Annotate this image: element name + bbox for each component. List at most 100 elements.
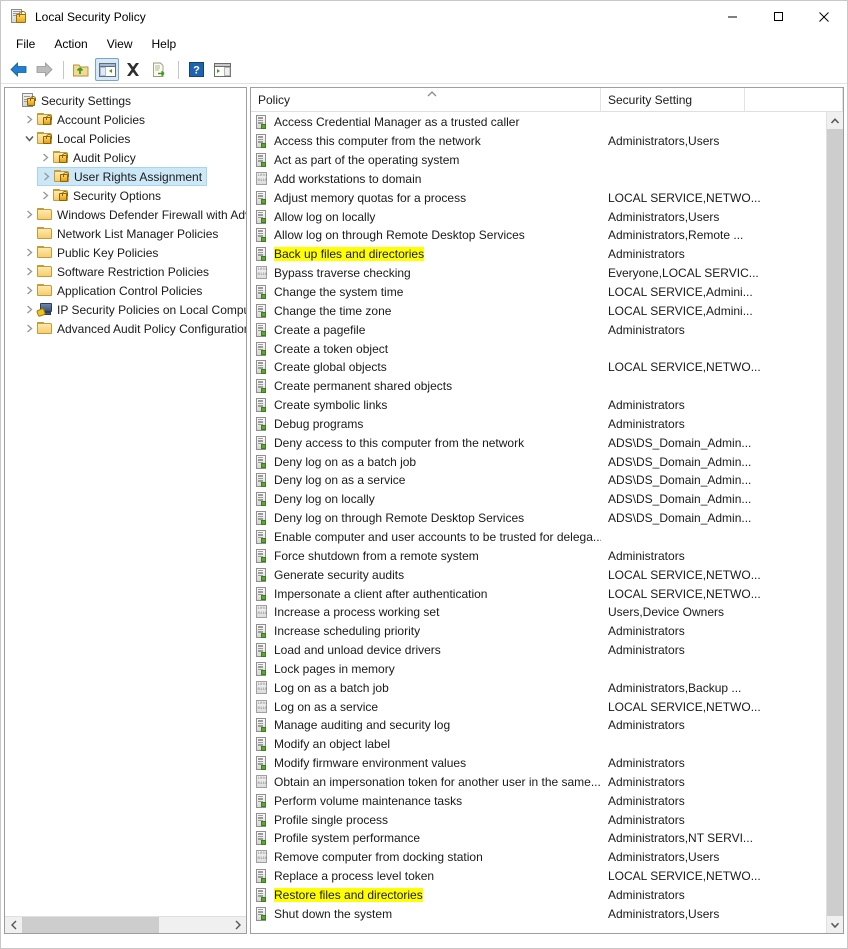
policy-row[interactable]: Modify an object label (251, 735, 826, 754)
policy-row[interactable]: Manage auditing and security log Administ… (251, 716, 826, 735)
policy-row[interactable]: Profile system performance Administrators… (251, 829, 826, 848)
show-hide-console-tree-button[interactable] (95, 58, 119, 81)
scroll-up-arrow-icon[interactable] (827, 112, 843, 129)
menu-view[interactable]: View (98, 34, 142, 54)
chevron-down-icon[interactable] (21, 134, 37, 143)
export-list-button[interactable] (147, 58, 171, 81)
policy-row[interactable]: Profile single process Administrators (251, 810, 826, 829)
chevron-right-icon[interactable] (21, 115, 37, 124)
policy-row[interactable]: Increase scheduling priority Administrato… (251, 622, 826, 641)
menu-action[interactable]: Action (45, 34, 96, 54)
policy-row[interactable]: Create permanent shared objects (251, 377, 826, 396)
policy-row[interactable]: 10 01 01 10 Add workstations to domain (251, 170, 826, 189)
policy-row[interactable]: Access Credential Manager as a trusted c… (251, 113, 826, 132)
policy-row[interactable]: 10 01 01 10 Increase a process working set Us… (251, 603, 826, 622)
maximize-button[interactable] (755, 1, 801, 32)
policy-row[interactable]: 10 01 01 10 Remove computer from docking sta… (251, 848, 826, 867)
minimize-button[interactable] (709, 1, 755, 32)
policy-row[interactable]: Deny log on as a batch job ADS\DS_Domain_… (251, 452, 826, 471)
policy-row[interactable]: Create a pagefile Administrators (251, 320, 826, 339)
chevron-right-icon[interactable] (21, 305, 37, 314)
menu-file[interactable]: File (7, 34, 44, 54)
policy-row[interactable]: Shut down the system Administrators,Users (251, 904, 826, 923)
chevron-right-icon[interactable] (21, 267, 37, 276)
policy-row[interactable]: Generate security audits LOCAL SERVICE,NE… (251, 565, 826, 584)
policy-row[interactable]: Deny access to this computer from the ne… (251, 433, 826, 452)
policy-row[interactable]: 10 01 01 10 Log on as a service LOCAL SERVICE… (251, 697, 826, 716)
menu-help[interactable]: Help (143, 34, 186, 54)
column-header-policy[interactable]: Policy (251, 88, 601, 111)
policy-row[interactable]: Act as part of the operating system (251, 151, 826, 170)
list-vertical-scrollbar[interactable] (826, 112, 843, 933)
chevron-right-icon[interactable] (21, 286, 37, 295)
chevron-right-icon[interactable] (21, 210, 37, 219)
tree-item-ip-security-policies-on-local-compute[interactable]: IP Security Policies on Local Compute (5, 300, 246, 319)
policy-row[interactable]: Load and unload device drivers Administra… (251, 641, 826, 660)
up-one-level-button[interactable] (69, 58, 93, 81)
chevron-right-icon[interactable] (37, 191, 53, 200)
show-hide-action-pane-button[interactable] (210, 58, 234, 81)
policy-row[interactable]: Perform volume maintenance tasks Administ… (251, 791, 826, 810)
column-header-security-setting[interactable]: Security Setting (601, 88, 745, 111)
tree-item-application-control-policies[interactable]: Application Control Policies (5, 281, 246, 300)
tree-item-local-policies[interactable]: Local Policies (5, 129, 246, 148)
security-setting-cell: Everyone,LOCAL SERVIC... (608, 266, 759, 281)
forward-button[interactable] (32, 58, 56, 81)
tree-item-public-key-policies[interactable]: Public Key Policies (5, 243, 246, 262)
scroll-down-arrow-icon[interactable] (827, 916, 843, 933)
policy-row[interactable]: Back up files and directories Administrat… (251, 245, 826, 264)
tree-item-windows-defender-firewall-with-adva[interactable]: Windows Defender Firewall with Adva (5, 205, 246, 224)
policy-row[interactable]: 10 01 01 10 Log on as a batch job Administrat… (251, 678, 826, 697)
policy-row[interactable]: Deny log on locally ADS\DS_Domain_Admin..… (251, 490, 826, 509)
delete-button[interactable] (121, 58, 145, 81)
policy-list[interactable]: Access Credential Manager as a trusted c… (251, 112, 826, 933)
policy-icon (255, 473, 269, 488)
policy-row[interactable]: Enable computer and user accounts to be … (251, 528, 826, 547)
tree-item-security-settings[interactable]: Security Settings (5, 91, 246, 110)
policy-name: Change the time zone (274, 303, 392, 318)
policy-row[interactable]: Modify firmware environment values Admini… (251, 754, 826, 773)
chevron-right-icon[interactable] (37, 153, 53, 162)
policy-row[interactable]: Debug programs Administrators (251, 415, 826, 434)
tree-item-software-restriction-policies[interactable]: Software Restriction Policies (5, 262, 246, 281)
tree-item-user-rights-assignment[interactable]: User Rights Assignment (5, 167, 246, 186)
tree-item-network-list-manager-policies[interactable]: Network List Manager Policies (5, 224, 246, 243)
policy-row[interactable]: Impersonate a client after authenticatio… (251, 584, 826, 603)
policy-row[interactable]: Create symbolic links Administrators (251, 396, 826, 415)
tree-item-icon-wrap (37, 131, 54, 147)
chevron-right-icon[interactable] (38, 172, 54, 181)
policy-row[interactable]: Replace a process level token LOCAL SERVI… (251, 867, 826, 886)
tree-horizontal-scrollbar[interactable] (5, 916, 246, 933)
tree-item-account-policies[interactable]: Account Policies (5, 110, 246, 129)
tree-item-advanced-audit-policy-configuration[interactable]: Advanced Audit Policy Configuration (5, 319, 246, 338)
policy-row[interactable]: Create global objects LOCAL SERVICE,NETWO… (251, 358, 826, 377)
list-vscroll-track[interactable] (827, 129, 843, 916)
policy-row[interactable]: Create a token object (251, 339, 826, 358)
chevron-right-icon[interactable] (21, 248, 37, 257)
policy-row[interactable]: Allow log on locally Administrators,Users (251, 207, 826, 226)
scroll-left-arrow-icon[interactable] (5, 917, 22, 933)
policy-row[interactable]: Deny log on as a service ADS\DS_Domain_Ad… (251, 471, 826, 490)
console-tree[interactable]: Security Settings Account Policies Local P… (5, 88, 246, 916)
policy-row[interactable]: Change the time zone LOCAL SERVICE,Admini… (251, 301, 826, 320)
tree-hscroll-thumb[interactable] (22, 917, 159, 933)
policy-row[interactable]: Access this computer from the network Adm… (251, 132, 826, 151)
policy-row[interactable]: Change the system time LOCAL SERVICE,Admi… (251, 283, 826, 302)
back-button[interactable] (6, 58, 30, 81)
policy-row[interactable]: 10 01 01 10 Bypass traverse checking Everyone… (251, 264, 826, 283)
list-vscroll-thumb[interactable] (827, 129, 843, 916)
policy-row[interactable]: Adjust memory quotas for a process LOCAL … (251, 188, 826, 207)
policy-row[interactable]: Force shutdown from a remote system Admin… (251, 546, 826, 565)
policy-row[interactable]: Deny log on through Remote Desktop Servi… (251, 509, 826, 528)
policy-row[interactable]: Restore files and directories Administrat… (251, 886, 826, 905)
policy-row[interactable]: Lock pages in memory (251, 659, 826, 678)
tree-item-audit-policy[interactable]: Audit Policy (5, 148, 246, 167)
chevron-right-icon[interactable] (21, 324, 37, 333)
policy-row[interactable]: Allow log on through Remote Desktop Serv… (251, 226, 826, 245)
policy-row[interactable]: 10 01 01 10 Obtain an impersonation token fo… (251, 773, 826, 792)
tree-item-security-options[interactable]: Security Options (5, 186, 246, 205)
close-button[interactable] (801, 1, 847, 32)
help-button[interactable]: ? (184, 58, 208, 81)
scroll-right-arrow-icon[interactable] (229, 917, 246, 933)
tree-hscroll-track[interactable] (22, 917, 229, 933)
